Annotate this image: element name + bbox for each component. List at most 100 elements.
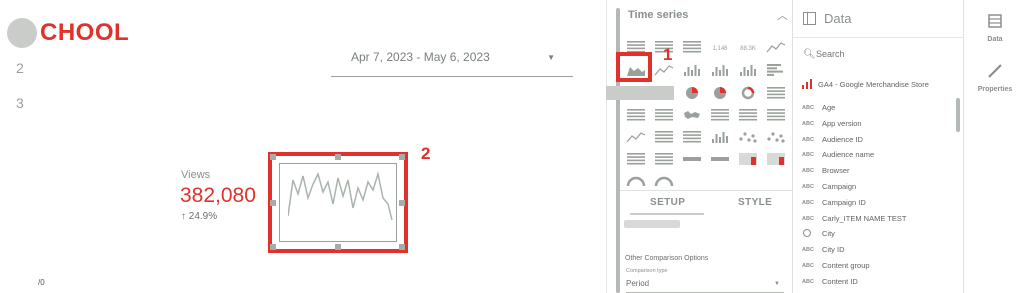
field-item[interactable]: ABC Age bbox=[802, 102, 952, 116]
resize-handle[interactable] bbox=[270, 200, 276, 206]
field-type-icon: ABC bbox=[802, 199, 814, 206]
chart-type-dots-icon[interactable] bbox=[738, 130, 758, 144]
chart-type-flat-icon[interactable] bbox=[710, 152, 730, 166]
annotation-badge-2: 2 bbox=[421, 144, 431, 163]
resize-handle[interactable] bbox=[399, 244, 405, 250]
resize-handle[interactable] bbox=[399, 200, 405, 206]
chart-type-stripes-icon[interactable] bbox=[626, 108, 646, 122]
sparkline-line bbox=[288, 171, 393, 221]
chart-type-donut-icon[interactable] bbox=[738, 86, 758, 100]
footer-text: /0 bbox=[38, 278, 45, 287]
chart-type-stripes-icon[interactable] bbox=[682, 130, 702, 144]
chart-type-label1-icon[interactable]: 1,146 bbox=[710, 40, 730, 54]
resize-handle[interactable] bbox=[270, 244, 276, 250]
chart-type-table-icon[interactable] bbox=[626, 152, 646, 166]
data-panel-scrollbar[interactable] bbox=[956, 98, 960, 132]
field-item[interactable]: ABC App version bbox=[802, 118, 952, 132]
chart-type-bars-icon[interactable] bbox=[710, 63, 730, 77]
chart-type-gauge-icon[interactable] bbox=[654, 174, 674, 188]
field-item[interactable]: ABC Content ID bbox=[802, 276, 952, 290]
chart-type-stripes-icon[interactable] bbox=[710, 108, 730, 122]
page-nav-3[interactable]: 3 bbox=[16, 95, 24, 111]
chart-type-stripes-icon[interactable] bbox=[766, 108, 786, 122]
field-name: Age bbox=[822, 103, 836, 112]
field-item[interactable]: ABC Browser bbox=[802, 165, 952, 179]
chevron-up-icon[interactable]: ︿ bbox=[777, 7, 788, 23]
page-nav-2[interactable]: 2 bbox=[16, 60, 24, 76]
field-item[interactable]: ABC Audience name bbox=[802, 149, 952, 163]
chart-type-stripes-icon[interactable] bbox=[654, 130, 674, 144]
field-item[interactable]: ABC Carly_ITEM NAME TEST bbox=[802, 213, 952, 227]
tabs-divider bbox=[620, 190, 792, 191]
other-comparison-options-heading: Other Comparison Options bbox=[625, 255, 709, 262]
comparison-type-label: Comparison type bbox=[626, 268, 668, 274]
chart-category-title: Time series bbox=[628, 9, 689, 21]
chart-type-line-icon[interactable] bbox=[654, 63, 674, 77]
resize-handle[interactable] bbox=[335, 154, 341, 160]
resize-handle[interactable] bbox=[335, 244, 341, 250]
chart-type-map-icon[interactable] bbox=[682, 108, 702, 122]
field-type-icon: ABC bbox=[802, 120, 814, 127]
chart-type-bars-icon[interactable] bbox=[738, 63, 758, 77]
tab-setup[interactable]: SETUP bbox=[650, 197, 685, 208]
field-type-icon: ABC bbox=[802, 263, 814, 269]
resize-handle[interactable] bbox=[270, 154, 276, 160]
chart-type-dots-icon[interactable] bbox=[766, 130, 786, 144]
annotation-badge-1: 1 bbox=[663, 45, 673, 64]
arrow-up-icon: ↑ bbox=[181, 211, 186, 222]
chart-type-pie-icon[interactable] bbox=[682, 86, 702, 100]
field-name: City bbox=[822, 229, 835, 239]
field-item[interactable]: ABC City ID bbox=[802, 244, 952, 258]
field-item[interactable]: ABC Audience ID bbox=[802, 134, 952, 148]
field-item[interactable]: ABC Content group bbox=[802, 260, 952, 274]
field-name: Audience ID bbox=[822, 134, 863, 144]
svg-text:88.3K: 88.3K bbox=[740, 46, 756, 52]
chart-type-stripes-icon[interactable] bbox=[766, 86, 786, 100]
field-name: Campaign bbox=[822, 182, 857, 191]
field-item[interactable]: ABC Campaign ID bbox=[802, 197, 952, 211]
date-range-text: Apr 7, 2023 - May 6, 2023 bbox=[351, 50, 490, 64]
data-source-name[interactable]: GA4 - Google Merchandise Store bbox=[818, 80, 929, 89]
field-name: Browser bbox=[822, 166, 850, 176]
rail-data-button[interactable]: Data bbox=[966, 14, 1024, 43]
chart-type-hbars-icon[interactable] bbox=[766, 63, 786, 77]
chart-type-table-icon[interactable] bbox=[682, 40, 702, 54]
chart-type-heat-icon[interactable] bbox=[738, 152, 758, 166]
field-search-input[interactable] bbox=[816, 47, 946, 61]
chart-type-line-icon[interactable] bbox=[626, 130, 646, 144]
chart-type-table-icon[interactable] bbox=[654, 152, 674, 166]
data-panel-title: Data bbox=[824, 11, 852, 26]
pencil-icon bbox=[988, 64, 1002, 78]
table-icon bbox=[988, 14, 1002, 28]
chart-type-stripes-icon[interactable] bbox=[654, 108, 674, 122]
field-type-icon: ABC bbox=[802, 152, 814, 159]
field-item[interactable]: City bbox=[802, 228, 952, 242]
tab-style[interactable]: STYLE bbox=[738, 197, 772, 208]
comparison-type-select[interactable]: Period ▼ bbox=[626, 276, 784, 293]
chart-tooltip bbox=[606, 86, 674, 100]
chart-panel-scrollbar[interactable] bbox=[616, 8, 620, 293]
chart-type-pie-icon[interactable] bbox=[710, 86, 730, 100]
field-type-icon: ABC bbox=[802, 105, 814, 111]
chart-type-bars-icon[interactable] bbox=[710, 130, 730, 144]
chart-type-stripes-icon[interactable] bbox=[738, 108, 758, 122]
rail-properties-button[interactable]: Properties bbox=[966, 64, 1024, 93]
bar-chart-icon bbox=[802, 79, 812, 89]
resize-handle[interactable] bbox=[399, 154, 405, 160]
chart-type-heat-icon[interactable] bbox=[766, 152, 786, 166]
chart-type-bars-icon[interactable] bbox=[682, 63, 702, 77]
chart-type-gauge-icon[interactable] bbox=[626, 174, 646, 188]
chevron-down-icon: ▼ bbox=[774, 281, 780, 287]
sparkline-chart-selection[interactable] bbox=[268, 152, 408, 253]
field-item[interactable]: ABC Campaign bbox=[802, 181, 952, 195]
data-panel-divider bbox=[793, 37, 963, 38]
svg-text:1,146: 1,146 bbox=[712, 46, 728, 52]
chart-type-flat-icon[interactable] bbox=[682, 152, 702, 166]
chart-type-line-icon[interactable] bbox=[766, 40, 786, 54]
field-type-icon: ABC bbox=[802, 247, 814, 254]
date-range-control[interactable]: Apr 7, 2023 - May 6, 2023 ▼ bbox=[331, 42, 573, 77]
field-type-icon: ABC bbox=[802, 168, 814, 175]
data-panel-icon bbox=[803, 12, 816, 25]
field-type-icon: ABC bbox=[802, 215, 814, 222]
chart-type-label2-icon[interactable]: 88.3K bbox=[738, 40, 758, 54]
